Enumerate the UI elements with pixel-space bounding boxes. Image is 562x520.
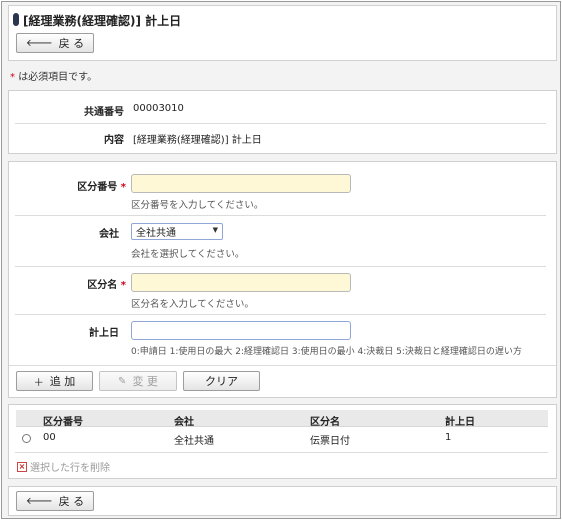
page-title: [経理業務(経理確認)] 計上日: [23, 14, 182, 28]
col-division-no: 区分番号: [43, 417, 83, 428]
list-section: 区分番号 会社 区分名 計上日 00 全社共通 伝票日付 1 × 選択した行を削…: [8, 404, 557, 479]
edit-form: 区分番号 * 区分番号を入力してください。 会社 全社共通 ▼ 会社を選択してく…: [8, 161, 557, 398]
required-note-text: は必須項目です。: [18, 72, 98, 83]
booking-date-label: 計上日: [89, 328, 119, 339]
pencil-icon: ✎: [118, 375, 127, 387]
delete-selected-link[interactable]: × 選択した行を削除: [17, 459, 110, 474]
dropdown-arrow-icon: ▼: [212, 226, 218, 234]
arrow-left-icon: 🡐: [25, 38, 53, 49]
division-name-label-text: 区分名: [87, 280, 118, 291]
page-frame: [経理業務(経理確認)] 計上日 🡐 戻 る * は必須項目です。 共通番号 0…: [1, 1, 561, 519]
change-button-label: 変 更: [132, 375, 158, 388]
division-no-hint: 区分番号を入力してください。: [131, 200, 264, 211]
content-value: [経理業務(経理確認)] 計上日: [133, 135, 262, 146]
arrow-left-icon: 🡐: [25, 496, 53, 507]
booking-date-hint: 0:申請日 1:使用日の最大 2:経理確認日 3:使用日の最小 4:決裁日 5:…: [131, 347, 522, 357]
divider: [15, 266, 546, 267]
required-star: *: [120, 182, 126, 193]
back-button-top[interactable]: 🡐 戻 る: [16, 33, 94, 53]
division-no-label: 区分番号 *: [19, 178, 126, 193]
plus-icon: ＋: [33, 377, 44, 389]
back-button-label: 戻 る: [58, 495, 85, 508]
cell-division-no: 00: [43, 432, 56, 443]
company-label: 会社: [99, 229, 119, 240]
row-select-radio[interactable]: [22, 434, 31, 443]
add-button[interactable]: ＋ 追 加: [16, 371, 93, 391]
division-name-hint: 区分名を入力してください。: [131, 299, 254, 310]
divider: [9, 365, 556, 366]
cell-company: 全社共通: [174, 436, 214, 447]
divider: [15, 123, 546, 124]
content-label: 内容: [104, 135, 124, 146]
table-header: 区分番号 会社 区分名 計上日: [16, 410, 548, 428]
company-hint: 会社を選択してください。: [131, 249, 245, 260]
division-name-input[interactable]: [131, 273, 351, 292]
company-selected: 全社共通: [136, 228, 176, 239]
col-company: 会社: [174, 417, 194, 428]
add-button-label: 追 加: [49, 375, 76, 388]
common-no-value: 00003010: [133, 103, 184, 114]
back-button-label: 戻 る: [58, 37, 85, 50]
common-no-label: 共通番号: [84, 107, 124, 118]
title-marker-icon: [13, 13, 19, 26]
delete-selected-label: 選択した行を削除: [30, 463, 110, 474]
divider: [15, 452, 548, 453]
x-box-icon: ×: [17, 461, 27, 472]
title-section: [経理業務(経理確認)] 計上日 🡐 戻 る: [8, 5, 557, 61]
required-star: *: [10, 72, 15, 83]
col-division-name: 区分名: [310, 417, 340, 428]
division-no-label-text: 区分番号: [77, 182, 118, 193]
required-note: * は必須項目です。: [10, 68, 97, 83]
cell-division-name: 伝票日付: [310, 436, 350, 447]
clear-button[interactable]: クリア: [183, 371, 260, 391]
company-select[interactable]: 全社共通 ▼: [131, 223, 223, 240]
col-booking-date: 計上日: [445, 417, 475, 428]
divider: [15, 314, 546, 315]
division-no-input[interactable]: [131, 174, 351, 193]
change-button[interactable]: ✎ 変 更: [99, 371, 177, 391]
required-star: *: [120, 280, 126, 291]
cell-booking-date: 1: [445, 432, 452, 443]
divider: [15, 215, 546, 216]
bottom-section: 🡐 戻 る: [8, 486, 557, 516]
info-section: 共通番号 00003010 内容 [経理業務(経理確認)] 計上日: [8, 90, 557, 154]
booking-date-input[interactable]: [131, 321, 351, 340]
back-button-bottom[interactable]: 🡐 戻 る: [16, 491, 94, 511]
clear-button-label: クリア: [205, 375, 238, 388]
division-name-label: 区分名 *: [19, 276, 126, 291]
